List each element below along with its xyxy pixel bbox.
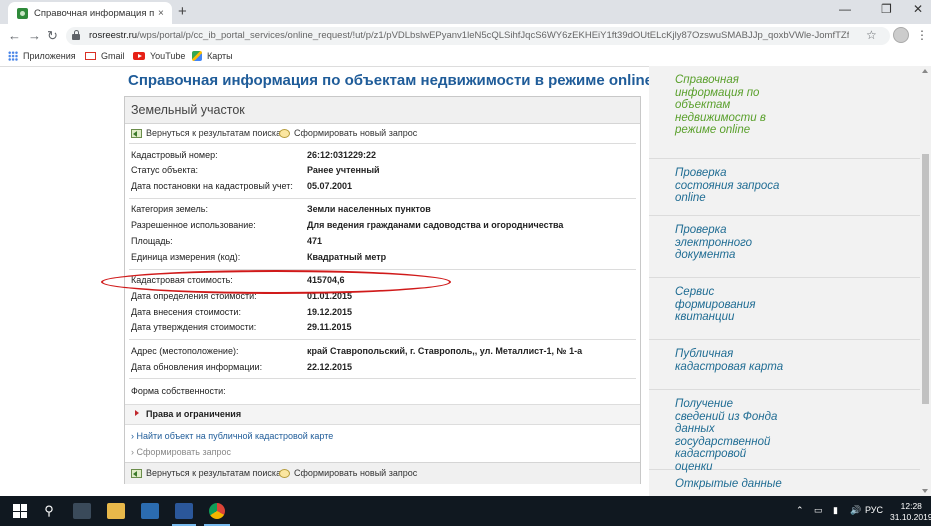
back-arrow-icon xyxy=(131,468,142,478)
sidebar-item-open-data[interactable]: Открытые данные xyxy=(649,470,920,496)
field-address: Адрес (местоположение): край Ставропольск… xyxy=(131,346,583,356)
bookmark-star-icon[interactable]: ☆ xyxy=(866,28,877,42)
gmail-icon xyxy=(85,52,96,60)
divider xyxy=(129,378,636,379)
word-icon xyxy=(175,503,193,519)
bookmark-apps[interactable]: Приложения xyxy=(8,51,76,61)
sidebar-item-request-status[interactable]: Проверка состояния запроса online xyxy=(649,159,920,216)
bookmark-maps[interactable]: Карты xyxy=(192,51,233,61)
taskbar-app-explorer[interactable] xyxy=(104,496,128,526)
start-button[interactable] xyxy=(8,496,32,526)
minimize-icon[interactable]: — xyxy=(839,2,851,16)
highlight-ellipse xyxy=(101,270,451,294)
reload-icon[interactable]: ↻ xyxy=(47,28,58,44)
forward-icon[interactable]: → xyxy=(28,28,41,43)
field-cadastral-number: Кадастровый номер: 26:12:031229:22 xyxy=(131,150,377,160)
network-icon[interactable]: ▭ xyxy=(814,505,823,516)
back-to-results-button[interactable]: Вернуться к результатам поиска xyxy=(131,128,281,138)
new-request-button[interactable]: Сформировать новый запрос xyxy=(279,128,417,138)
scroll-up-icon[interactable] xyxy=(922,69,928,73)
sidebar-item-valuation-fund[interactable]: Получение сведений из Фонда данных госуд… xyxy=(649,390,920,473)
taskbar-app-chart[interactable] xyxy=(138,496,162,526)
field-object-status: Статус объекта: Ранее учтенный xyxy=(131,165,380,175)
rosreestr-favicon-icon xyxy=(17,7,28,19)
field-registration-date: Дата постановки на кадастровый учет: 05.0… xyxy=(131,181,353,191)
bookmarks-bar: Приложения Gmail YouTube Карты xyxy=(0,48,931,67)
clock-time: 12:28 xyxy=(900,501,922,511)
clock-date: 31.10.2019 xyxy=(890,512,931,522)
url-text[interactable]: rosreestr.ru/wps/portal/p/cc_ib_portal_s… xyxy=(89,30,849,41)
taskbar: ⚲ ⌃ ▭ ▮ 🔊 РУС 12:28 31.10.2019 xyxy=(0,496,931,526)
maps-icon xyxy=(192,51,202,61)
bottom-actions: Вернуться к результатам поиска Сформиров… xyxy=(125,462,640,484)
form-request-link[interactable]: › Сформировать запрос xyxy=(131,447,231,457)
volume-icon[interactable]: 🔊 xyxy=(850,505,861,516)
bookmark-youtube[interactable]: YouTube xyxy=(133,51,185,61)
page-title: Справочная информация по объектам недвиж… xyxy=(128,72,654,89)
sidebar-item-receipt-service[interactable]: Сервис формирования квитанции xyxy=(649,278,920,340)
tab-title: Справочная информация по об xyxy=(34,7,154,19)
sidebar-item-reference-info[interactable]: Справочная информация по объектам недвиж… xyxy=(649,66,920,159)
new-request-button[interactable]: Сформировать новый запрос xyxy=(279,468,417,478)
field-ownership-form: Форма собственности: xyxy=(131,386,226,396)
lock-icon xyxy=(72,30,80,40)
bookmark-gmail[interactable]: Gmail xyxy=(85,51,125,61)
browser-tab[interactable]: Справочная информация по об × xyxy=(8,2,172,24)
sidebar-item-public-map[interactable]: Публичная кадастровая карта xyxy=(649,340,920,390)
divider xyxy=(129,269,636,270)
browser-toolbar: ← → ↻ rosreestr.ru/wps/portal/p/cc_ib_po… xyxy=(0,24,931,49)
new-request-icon xyxy=(279,128,290,138)
taskbar-app-photo[interactable] xyxy=(70,496,94,526)
tab-strip: Справочная информация по об × + — ❐ ✕ xyxy=(0,0,931,24)
scroll-thumb[interactable] xyxy=(922,154,929,404)
field-area: Площадь: 471 xyxy=(131,236,323,246)
windows-logo-icon xyxy=(13,504,27,518)
public-map-link[interactable]: › Найти объект на публичной кадастровой … xyxy=(131,431,333,441)
field-value-approval-date: Дата утверждения стоимости: 29.11.2015 xyxy=(131,322,352,332)
back-icon[interactable]: ← xyxy=(8,28,21,43)
new-tab-button[interactable]: + xyxy=(178,3,187,20)
sidebar-item-document-check[interactable]: Проверка электронного документа xyxy=(649,216,920,278)
language-indicator[interactable]: РУС xyxy=(865,505,883,515)
top-actions: Вернуться к результатам поиска Сформиров… xyxy=(125,125,640,142)
rights-section-toggle[interactable]: Права и ограничения xyxy=(125,404,640,425)
services-sidebar: Справочная информация по объектам недвиж… xyxy=(649,66,920,496)
apps-grid-icon xyxy=(8,51,18,61)
divider xyxy=(129,143,636,144)
taskbar-app-chrome[interactable] xyxy=(204,496,230,526)
menu-kebab-icon[interactable]: ⋮ xyxy=(916,28,928,42)
close-tab-icon[interactable]: × xyxy=(158,8,164,19)
profile-avatar[interactable] xyxy=(893,27,909,43)
taskbar-app-word[interactable] xyxy=(172,496,196,526)
panel-header: Земельный участок xyxy=(125,97,640,124)
divider xyxy=(129,339,636,340)
field-permitted-use: Разрешенное использование: Для ведения гр… xyxy=(131,220,564,230)
photo-app-icon xyxy=(73,503,91,519)
battery-icon[interactable]: ▮ xyxy=(833,505,838,516)
chrome-icon xyxy=(209,503,225,519)
search-icon[interactable]: ⚲ xyxy=(38,496,60,526)
clock[interactable]: 12:28 31.10.2019 xyxy=(890,501,931,523)
address-bar[interactable]: rosreestr.ru/wps/portal/p/cc_ib_portal_s… xyxy=(66,27,890,45)
tray-arrow-icon[interactable]: ⌃ xyxy=(796,505,804,516)
panel-title: Земельный участок xyxy=(131,103,245,117)
rights-section-label: Права и ограничения xyxy=(146,409,242,419)
expand-triangle-icon xyxy=(135,410,139,416)
new-request-icon xyxy=(279,468,290,478)
restore-icon[interactable]: ❐ xyxy=(881,2,892,16)
youtube-icon xyxy=(133,52,145,60)
chart-app-icon xyxy=(141,503,159,519)
field-land-category: Категория земель: Земли населенных пункто… xyxy=(131,204,431,214)
divider xyxy=(129,198,636,199)
close-window-icon[interactable]: ✕ xyxy=(913,2,923,16)
page-scrollbar[interactable] xyxy=(920,66,931,496)
field-unit: Единица измерения (код): Квадратный метр xyxy=(131,252,387,262)
field-value-entry-date: Дата внесения стоимости: 19.12.2015 xyxy=(131,307,353,317)
folder-icon xyxy=(107,503,125,519)
scroll-down-icon[interactable] xyxy=(922,489,928,493)
field-update-date: Дата обновления информации: 22.12.2015 xyxy=(131,362,353,372)
back-arrow-icon xyxy=(131,128,142,138)
back-to-results-button[interactable]: Вернуться к результатам поиска xyxy=(131,468,281,478)
